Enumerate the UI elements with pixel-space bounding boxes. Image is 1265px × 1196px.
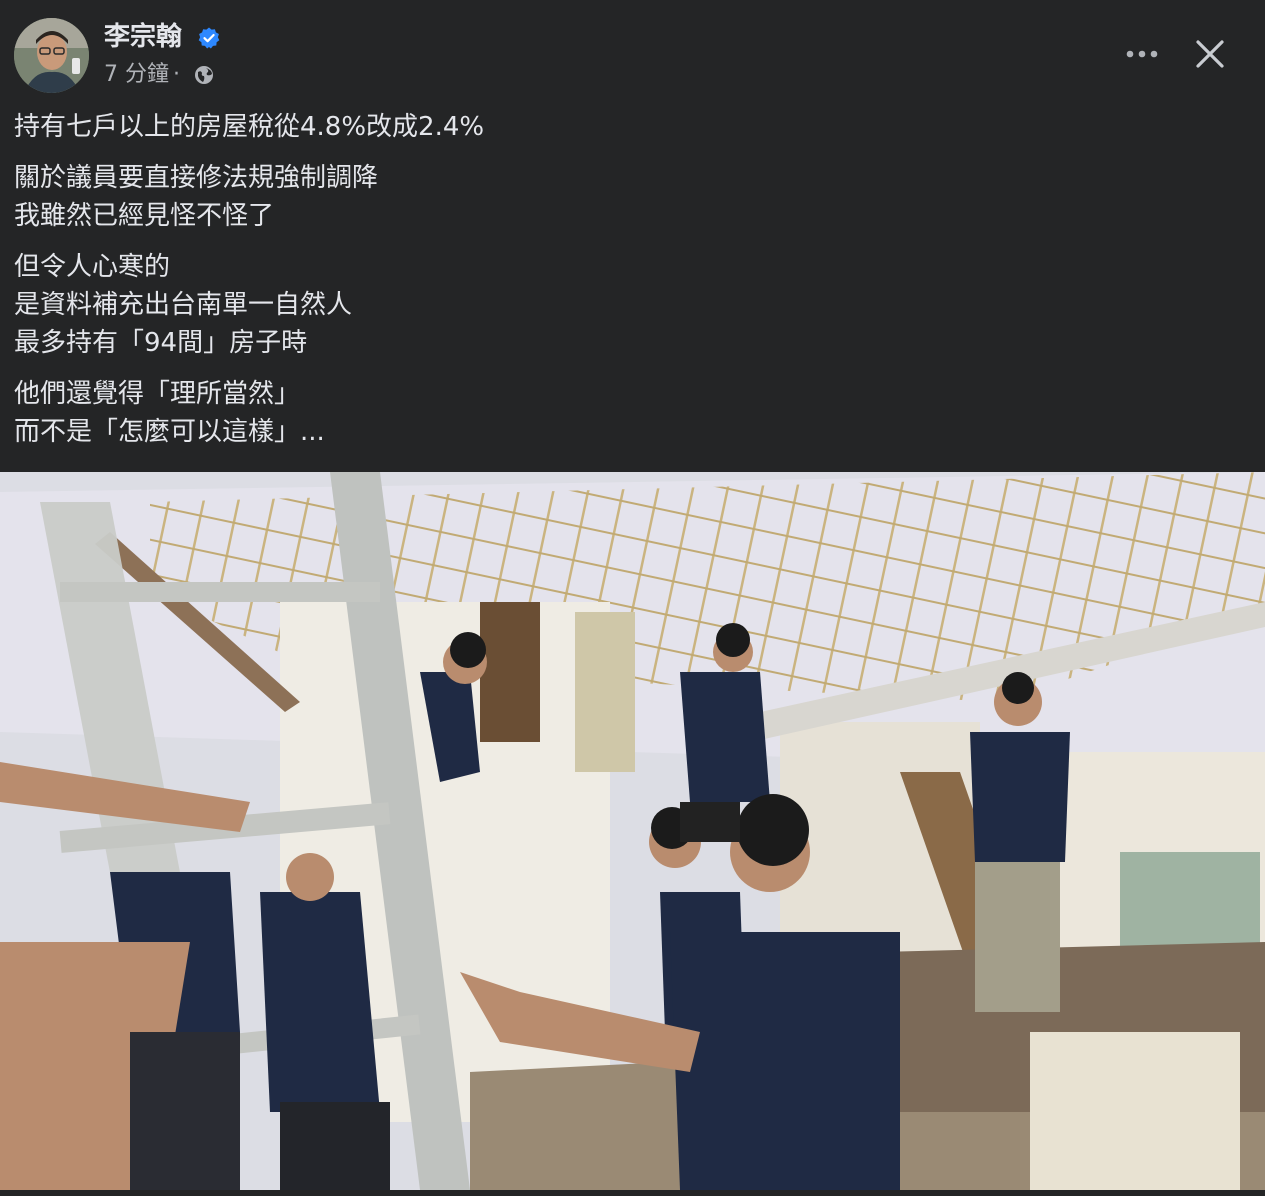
post-text-line: 關於議員要直接修法規強制調降: [14, 163, 379, 193]
verified-badge-icon: [198, 27, 220, 49]
post-paragraph: 關於議員要直接修法規強制調降 我雖然已經見怪不怪了: [14, 159, 1244, 235]
author-avatar[interactable]: [14, 18, 89, 93]
post-meta: 7 分鐘 ·: [104, 60, 184, 90]
close-button[interactable]: [1188, 32, 1232, 76]
post-body: 持有七戶以上的房屋稅從4.8%改成2.4% 關於議員要直接修法規強制調降 我雖然…: [14, 108, 1244, 464]
bottom-divider: [0, 1190, 1265, 1196]
post-text-line: 而不是「怎麼可以這樣」...: [14, 417, 325, 447]
author-name[interactable]: 李宗翰: [104, 20, 182, 54]
post-text-line: 他們還覺得「理所當然」: [14, 379, 301, 409]
post-header: 李宗翰 7 分鐘 ·: [0, 0, 1265, 108]
meta-separator: ·: [173, 62, 180, 87]
facebook-post: 李宗翰 7 分鐘 · 持有七戶以上的房屋稅從4.8%改成2.4% 關於議員要直接…: [0, 0, 1265, 1196]
avatar-photo: [14, 18, 89, 93]
more-horizontal-icon: [1126, 50, 1158, 58]
post-text-line: 持有七戶以上的房屋稅從4.8%改成2.4%: [14, 112, 485, 142]
globe-icon[interactable]: [193, 64, 215, 86]
post-text-line: 最多持有「94間」房子時: [14, 328, 308, 358]
more-options-button[interactable]: [1120, 34, 1164, 74]
post-text-line: 是資料補充出台南單一自然人: [14, 290, 353, 320]
post-paragraph: 他們還覺得「理所當然」 而不是「怎麼可以這樣」...: [14, 375, 1244, 451]
post-text-line: 但令人心寒的: [14, 252, 171, 282]
post-photo-renovation-scene: [0, 472, 1265, 1190]
post-photo[interactable]: [0, 472, 1265, 1190]
post-paragraph: 但令人心寒的 是資料補充出台南單一自然人 最多持有「94間」房子時: [14, 248, 1244, 362]
close-icon: [1196, 40, 1224, 68]
post-paragraph: 持有七戶以上的房屋稅從4.8%改成2.4%: [14, 108, 1244, 146]
post-text-line: 我雖然已經見怪不怪了: [14, 201, 275, 231]
post-timestamp[interactable]: 7 分鐘: [104, 62, 169, 87]
